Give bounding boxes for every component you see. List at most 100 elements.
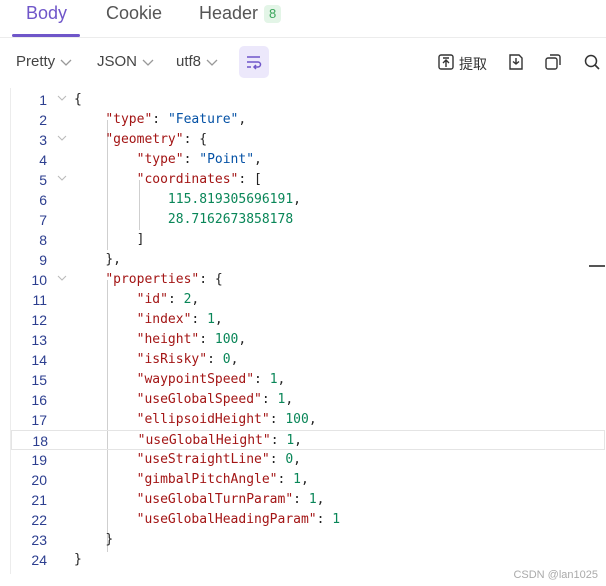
code-text: "index": 1,	[136, 312, 223, 327]
code-text: "useGlobalTurnParam": 1,	[136, 492, 325, 507]
code-text: "properties": {	[105, 272, 223, 287]
code-line[interactable]: 19 "useStraightLine": 0,	[11, 450, 605, 470]
tab-cookie-label: Cookie	[106, 3, 163, 23]
code-line[interactable]: 6 115.819305696191,	[11, 190, 605, 210]
code-line[interactable]: 18 "useGlobalHeight": 1,	[11, 430, 605, 450]
extract-icon	[438, 54, 454, 70]
line-number: 24	[31, 552, 47, 568]
code-line[interactable]: 23 }	[11, 530, 605, 550]
line-number: 17	[31, 412, 47, 428]
code-line[interactable]: 8 ]	[11, 230, 605, 250]
code-line[interactable]: 5 "coordinates": [	[11, 170, 605, 190]
line-number: 13	[31, 332, 47, 348]
download-icon	[509, 54, 523, 70]
code-line[interactable]: 11 "id": 2,	[11, 290, 605, 310]
code-line[interactable]: 4 "type": "Point",	[11, 150, 605, 170]
scrollbar-marker[interactable]	[589, 265, 605, 267]
code-line[interactable]: 24}	[11, 550, 605, 570]
line-number: 3	[39, 132, 47, 148]
code-line[interactable]: 10 "properties": {	[11, 270, 605, 290]
code-text: "type": "Point",	[136, 152, 262, 167]
code-line[interactable]: 17 "ellipsoidHeight": 100,	[11, 410, 605, 430]
code-text: 115.819305696191,	[167, 192, 301, 207]
line-number: 8	[39, 232, 47, 248]
extract-button[interactable]	[437, 53, 455, 71]
tab-body[interactable]: Body	[26, 3, 67, 24]
body-toolbar: Pretty JSON utf8 提取	[0, 44, 606, 82]
code-line[interactable]: 15 "waypointSpeed": 1,	[11, 370, 605, 390]
copy-icon	[545, 54, 561, 70]
code-text: "id": 2,	[136, 292, 200, 307]
code-text: },	[105, 252, 121, 267]
code-line[interactable]: 21 "useGlobalTurnParam": 1,	[11, 490, 605, 510]
tab-cookie[interactable]: Cookie	[106, 3, 162, 24]
fold-chevron-icon[interactable]	[57, 273, 67, 283]
line-number: 22	[31, 512, 47, 528]
wrap-lines-button[interactable]	[239, 46, 269, 78]
search-icon	[584, 54, 600, 70]
code-text: "useGlobalHeadingParam": 1	[136, 512, 341, 527]
download-button[interactable]	[507, 53, 525, 71]
tab-header-label: Header	[199, 3, 259, 23]
format-select[interactable]: Pretty	[16, 53, 72, 70]
watermark: CSDN @lan1025	[513, 569, 598, 581]
code-line[interactable]: 7 28.7162673858178	[11, 210, 605, 230]
line-number: 12	[31, 312, 47, 328]
line-number: 18	[32, 433, 48, 449]
line-number: 4	[39, 152, 47, 168]
wrap-lines-icon	[247, 56, 262, 70]
code-text: "useGlobalSpeed": 1,	[136, 392, 294, 407]
header-count-badge: 8	[264, 4, 282, 23]
line-number: 21	[31, 492, 47, 508]
line-number: 16	[31, 392, 47, 408]
language-select-value: JSON	[97, 53, 138, 70]
response-tabs: Body Cookie Header 8	[0, 0, 606, 38]
tab-header[interactable]: Header 8	[199, 3, 282, 24]
json-editor[interactable]: 1{2 "type": "Feature", 3 "geometry": {4 "…	[10, 88, 606, 574]
encoding-select[interactable]: utf8	[176, 53, 218, 70]
code-line[interactable]: 22 "useGlobalHeadingParam": 1	[11, 510, 605, 530]
code-text: "useGlobalHeight": 1,	[137, 433, 302, 448]
code-text: "useStraightLine": 0,	[136, 452, 301, 467]
code-line[interactable]: 20 "gimbalPitchAngle": 1,	[11, 470, 605, 490]
code-line[interactable]: 1{	[11, 90, 605, 110]
search-button[interactable]	[583, 53, 601, 71]
line-number: 5	[39, 172, 47, 188]
language-select[interactable]: JSON	[97, 53, 154, 70]
line-number: 1	[39, 92, 47, 108]
code-line[interactable]: 12 "index": 1,	[11, 310, 605, 330]
line-number: 9	[39, 252, 47, 268]
code-text: 28.7162673858178	[167, 212, 294, 227]
code-line[interactable]: 2 "type": "Feature",	[11, 110, 605, 130]
encoding-select-value: utf8	[176, 53, 202, 70]
copy-button[interactable]	[544, 53, 562, 71]
format-select-value: Pretty	[16, 53, 56, 70]
line-number: 10	[31, 272, 47, 288]
chevron-down-icon	[142, 59, 154, 66]
code-text: "gimbalPitchAngle": 1,	[136, 472, 309, 487]
tab-body-label: Body	[26, 3, 68, 23]
line-number: 14	[31, 352, 47, 368]
code-line[interactable]: 9 },	[11, 250, 605, 270]
fold-chevron-icon[interactable]	[57, 133, 67, 143]
code-line[interactable]: 13 "height": 100,	[11, 330, 605, 350]
fold-chevron-icon[interactable]	[57, 93, 67, 103]
code-text: }	[105, 532, 114, 547]
code-text: ]	[136, 232, 145, 247]
line-number: 6	[39, 192, 47, 208]
line-number: 11	[32, 292, 47, 308]
line-number: 23	[31, 532, 47, 548]
line-number: 15	[31, 372, 47, 388]
code-line[interactable]: 14 "isRisky": 0,	[11, 350, 605, 370]
code-line[interactable]: 3 "geometry": {	[11, 130, 605, 150]
code-line[interactable]: 16 "useGlobalSpeed": 1,	[11, 390, 605, 410]
extract-label[interactable]: 提取	[459, 54, 487, 74]
code-text: }	[74, 552, 82, 567]
fold-chevron-icon[interactable]	[57, 173, 67, 183]
chevron-down-icon	[60, 59, 72, 66]
code-text: "waypointSpeed": 1,	[136, 372, 286, 387]
line-number: 7	[39, 212, 47, 228]
code-text: {	[74, 92, 82, 107]
line-number: 20	[31, 472, 47, 488]
line-number: 2	[39, 112, 47, 128]
